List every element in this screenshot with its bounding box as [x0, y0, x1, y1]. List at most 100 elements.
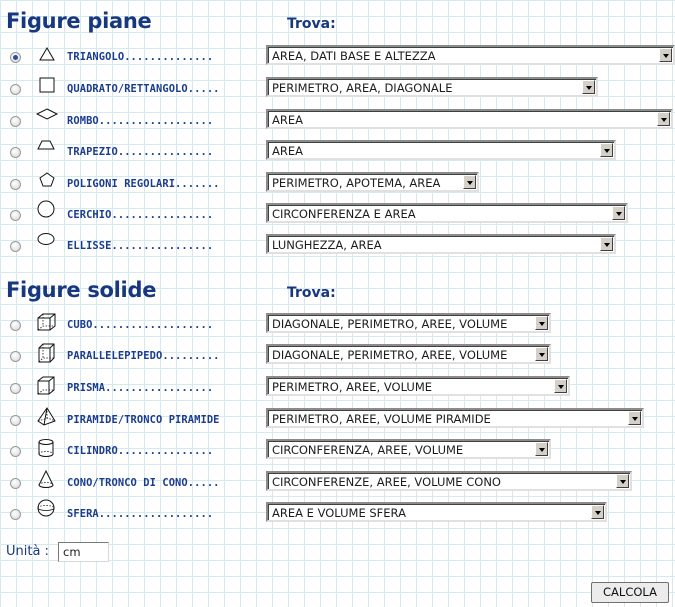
plane-row-triangle: TRIANGOLO.............. AREA, DATI BASE … — [0, 45, 675, 71]
square-label: QUADRATO/RETTANGOLO..... — [67, 83, 220, 95]
sphere-radio[interactable] — [10, 509, 21, 520]
square-select-value: PERIMETRO, AREA, DIAGONALE — [272, 81, 453, 95]
trapezoid-select[interactable]: AREA — [266, 140, 616, 160]
solid-row-prism: PRISMA................. PERIMETRO, AREE,… — [0, 376, 675, 402]
plane-row-rhombus: ROMBO.................. AREA — [0, 108, 675, 135]
cuboid-select-value: DIAGONALE, PERIMETRO, AREE, VOLUME — [272, 348, 508, 362]
ellipse-label: ELLISSE................ — [67, 240, 214, 252]
triangle-select-value: AREA, DATI BASE E ALTEZZA — [272, 49, 436, 63]
plane-find-label: Trova: — [287, 16, 336, 32]
circle-select[interactable]: CIRCONFERENZA E AREA — [266, 203, 628, 223]
chevron-down-icon[interactable] — [535, 347, 548, 361]
circle-label: CERCHIO................ — [67, 209, 214, 221]
chevron-down-icon[interactable] — [582, 80, 595, 94]
square-radio[interactable] — [10, 84, 21, 95]
cone-radio[interactable] — [10, 478, 21, 489]
rhombus-select[interactable]: AREA — [266, 109, 673, 129]
cuboid-label: PARALLELEPIPEDO......... — [67, 350, 220, 362]
solid-row-sphere: SFERA.................. AREA E VOLUME SF… — [0, 499, 675, 528]
cylinder-select-value: CIRCONFERENZA, AREE, VOLUME — [272, 443, 464, 457]
trapezoid-label: TRAPEZIO............... — [67, 146, 214, 158]
solid-row-cuboid: PARALLELEPIPEDO......... DIAGONALE, PERI… — [0, 343, 675, 370]
ellipse-icon — [37, 233, 55, 245]
cube-icon — [37, 313, 56, 331]
cube-label: CUBO................... — [67, 319, 214, 331]
solid-figures-title: Figure solide — [6, 278, 157, 302]
polygon-select[interactable]: PERIMETRO, APOTEMA, AREA — [266, 172, 479, 192]
triangle-label: TRIANGOLO.............. — [67, 51, 214, 63]
pyramid-label: PIRAMIDE/TRONCO PIRAMIDE — [67, 414, 220, 426]
triangle-radio[interactable] — [10, 52, 21, 63]
plane-row-circle: CERCHIO................ CIRCONFERENZA E … — [0, 200, 675, 229]
polygon-radio[interactable] — [10, 179, 21, 190]
ellipse-select[interactable]: LUNGHEZZA, AREA — [266, 234, 616, 254]
prism-label: PRISMA................. — [67, 382, 214, 394]
cube-radio[interactable] — [10, 320, 21, 331]
chevron-down-icon[interactable] — [600, 237, 613, 251]
prism-select-value: PERIMETRO, AREE, VOLUME — [272, 380, 433, 394]
prism-icon — [37, 376, 55, 395]
circle-radio[interactable] — [10, 210, 21, 221]
pyramid-select[interactable]: PERIMETRO, AREE, VOLUME PIRAMIDE — [266, 408, 644, 428]
solid-row-cube: CUBO................... DIAGONALE, PERIM… — [0, 313, 675, 339]
cylinder-label: CILINDRO............... — [67, 445, 214, 457]
trapezoid-select-value: AREA — [272, 144, 303, 158]
plane-figures-title: Figure piane — [6, 9, 152, 33]
cube-select-value: DIAGONALE, PERIMETRO, AREE, VOLUME — [272, 317, 508, 331]
units-input[interactable] — [58, 542, 109, 562]
ellipse-radio[interactable] — [10, 241, 21, 252]
solid-row-pyramid: PIRAMIDE/TRONCO PIRAMIDE PERIMETRO, AREE… — [0, 407, 675, 434]
plane-row-ellipse: ELLISSE................ LUNGHEZZA, AREA — [0, 233, 675, 260]
plane-row-trapezoid: TRAPEZIO............... AREA — [0, 140, 675, 166]
sphere-select[interactable]: AREA E VOLUME SFERA — [266, 502, 607, 522]
pyramid-radio[interactable] — [10, 415, 21, 426]
pentagon-icon — [39, 172, 55, 187]
trapezoid-radio[interactable] — [10, 147, 21, 158]
solid-row-cylinder: CILINDRO............... CIRCONFERENZA, A… — [0, 439, 675, 465]
chevron-down-icon[interactable] — [616, 474, 629, 488]
cylinder-icon — [38, 439, 54, 457]
chevron-down-icon[interactable] — [554, 379, 567, 393]
cube-select[interactable]: DIAGONALE, PERIMETRO, AREE, VOLUME — [266, 313, 551, 333]
chevron-down-icon[interactable] — [535, 316, 548, 330]
plane-row-square: QUADRATO/RETTANGOLO..... PERIMETRO, AREA… — [0, 77, 675, 103]
trapezoid-icon — [37, 140, 55, 150]
prism-select[interactable]: PERIMETRO, AREE, VOLUME — [266, 376, 570, 396]
cuboid-icon — [38, 343, 55, 363]
pyramid-icon — [37, 407, 56, 426]
rhombus-select-value: AREA — [272, 113, 303, 127]
pyramid-select-value: PERIMETRO, AREE, VOLUME PIRAMIDE — [272, 412, 491, 426]
chevron-down-icon[interactable] — [463, 175, 476, 189]
cuboid-radio[interactable] — [10, 351, 21, 362]
cone-select-value: CIRCONFERENZE, AREE, VOLUME CONO — [272, 475, 501, 489]
plane-row-polygon: POLIGONI REGOLARI....... PERIMETRO, APOT… — [0, 172, 675, 198]
solid-find-label: Trova: — [287, 285, 336, 301]
cone-icon — [38, 469, 54, 488]
rhombus-icon — [35, 108, 59, 120]
triangle-icon — [39, 47, 55, 61]
chevron-down-icon[interactable] — [591, 505, 604, 519]
sphere-select-value: AREA E VOLUME SFERA — [272, 506, 406, 520]
cylinder-radio[interactable] — [10, 446, 21, 457]
sphere-icon — [37, 499, 55, 517]
chevron-down-icon[interactable] — [535, 442, 548, 456]
chevron-down-icon[interactable] — [612, 206, 625, 220]
polygon-select-value: PERIMETRO, APOTEMA, AREA — [272, 176, 441, 190]
cone-label: CONO/TRONCO DI CONO..... — [67, 477, 220, 489]
circle-select-value: CIRCONFERENZA E AREA — [272, 207, 416, 221]
rhombus-label: ROMBO.................. — [67, 115, 214, 127]
cone-select[interactable]: CIRCONFERENZE, AREE, VOLUME CONO — [266, 471, 632, 491]
units-label: Unità : — [6, 544, 49, 559]
prism-radio[interactable] — [10, 383, 21, 394]
chevron-down-icon[interactable] — [600, 143, 613, 157]
chevron-down-icon[interactable] — [628, 411, 641, 425]
calculate-button[interactable]: CALCOLA — [591, 582, 669, 603]
chevron-down-icon[interactable] — [657, 112, 670, 126]
ellipse-select-value: LUNGHEZZA, AREA — [272, 238, 382, 252]
square-select[interactable]: PERIMETRO, AREA, DIAGONALE — [266, 77, 598, 97]
triangle-select[interactable]: AREA, DATI BASE E ALTEZZA — [266, 45, 675, 65]
chevron-down-icon[interactable] — [659, 48, 672, 62]
cuboid-select[interactable]: DIAGONALE, PERIMETRO, AREE, VOLUME — [266, 344, 551, 364]
cylinder-select[interactable]: CIRCONFERENZA, AREE, VOLUME — [266, 439, 551, 459]
rhombus-radio[interactable] — [10, 116, 21, 127]
